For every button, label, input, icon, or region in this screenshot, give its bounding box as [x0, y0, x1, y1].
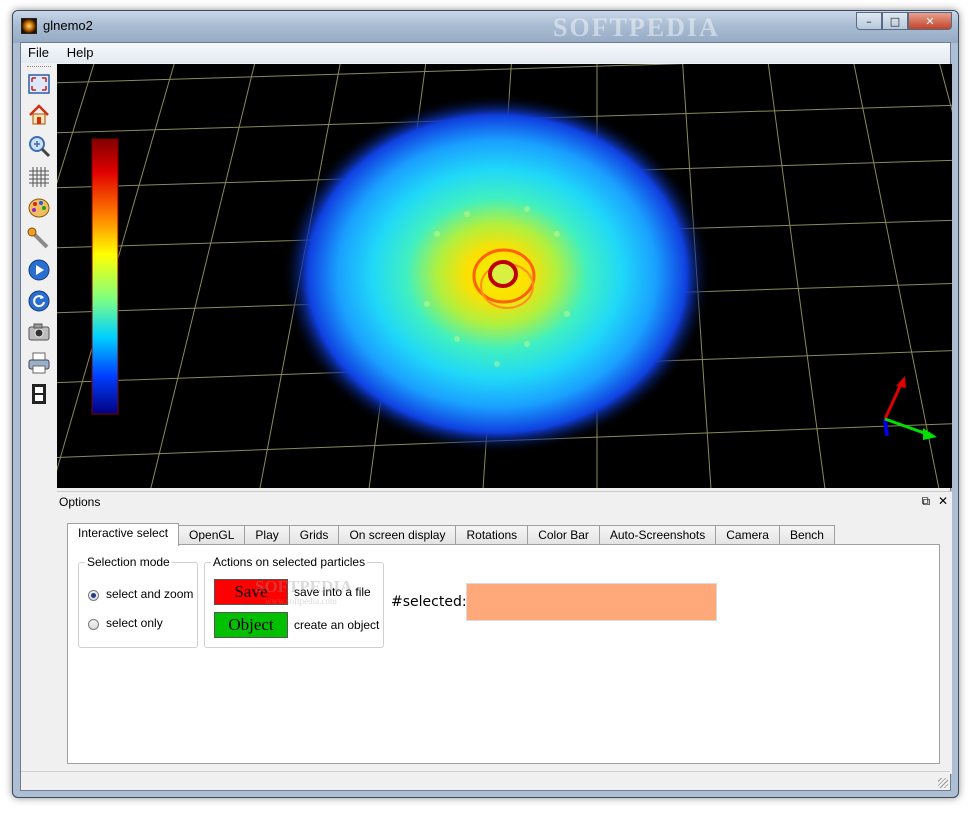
actions-group: Actions on selected particles Save save …	[204, 555, 384, 648]
main-window: glnemo2 SOFTPEDIA – □ ✕ File Help Option…	[12, 10, 959, 798]
home-icon[interactable]	[27, 103, 51, 127]
float-icon[interactable]: ⧉	[922, 494, 931, 508]
tab-bench[interactable]: Bench	[778, 525, 835, 545]
minimize-icon: –	[866, 14, 872, 28]
radio-select-only[interactable]	[88, 619, 99, 630]
camera-icon[interactable]	[27, 320, 51, 344]
wrench-icon[interactable]	[27, 227, 51, 251]
tab-panel-interactive-select: Selection mode select and zoom select on…	[67, 544, 940, 764]
tab-rotations[interactable]: Rotations	[455, 525, 529, 545]
color-bar	[91, 138, 119, 415]
tab-color-bar[interactable]: Color Bar	[527, 525, 600, 545]
selected-count-field	[466, 583, 717, 621]
play-icon[interactable]	[27, 258, 51, 282]
close-button[interactable]: ✕	[908, 12, 952, 30]
save-description: save into a file	[294, 585, 371, 599]
tab-grids[interactable]: Grids	[288, 525, 340, 545]
opengl-viewport[interactable]	[57, 64, 952, 488]
resize-grip[interactable]	[938, 778, 948, 788]
menu-bar: File Help	[21, 43, 950, 63]
maximize-button[interactable]: □	[882, 12, 908, 30]
options-dock: Options ⧉ ✕ Interactive select OpenGL Pl…	[57, 491, 952, 774]
radio-select-and-zoom[interactable]	[88, 590, 99, 601]
film-icon[interactable]	[27, 382, 51, 406]
client-area: File Help Options ⧉ ✕ Interactive select…	[20, 42, 952, 791]
tab-camera[interactable]: Camera	[715, 525, 780, 545]
app-icon	[21, 18, 37, 34]
axes-indicator	[883, 376, 937, 440]
menu-file[interactable]: File	[21, 43, 56, 60]
radio-label-select-only[interactable]: select only	[106, 616, 163, 630]
particle-scene	[57, 64, 952, 488]
radio-label-select-and-zoom[interactable]: select and zoom	[106, 587, 193, 601]
grid-icon[interactable]	[27, 165, 51, 189]
dock-close-icon[interactable]: ✕	[938, 494, 948, 508]
print-icon[interactable]	[27, 351, 51, 375]
reload-icon[interactable]	[27, 289, 51, 313]
actions-title: Actions on selected particles	[211, 555, 368, 569]
tab-opengl[interactable]: OpenGL	[178, 525, 246, 545]
zoom-icon[interactable]	[27, 134, 51, 158]
object-description: create an object	[294, 618, 380, 632]
dock-title: Options	[59, 495, 101, 509]
minimize-button[interactable]: –	[856, 12, 882, 30]
object-button[interactable]: Object	[214, 612, 288, 638]
watermark: SOFTPEDIA	[553, 13, 720, 42]
title-bar[interactable]: glnemo2 SOFTPEDIA – □ ✕	[13, 11, 958, 43]
selection-mode-title: Selection mode	[85, 555, 172, 569]
tool-bar	[21, 63, 57, 487]
tab-on-screen-display[interactable]: On screen display	[338, 525, 457, 545]
menu-help[interactable]: Help	[60, 43, 101, 60]
selected-label: #selected:	[391, 594, 467, 610]
maximize-icon: □	[889, 14, 901, 28]
status-bar	[21, 771, 950, 790]
close-icon: ✕	[925, 14, 935, 28]
toolbar-grip[interactable]	[27, 66, 51, 70]
save-button[interactable]: Save	[214, 579, 288, 605]
tab-play[interactable]: Play	[244, 525, 290, 545]
fullscreen-icon[interactable]	[27, 72, 51, 96]
selection-mode-group: Selection mode select and zoom select on…	[78, 555, 198, 648]
window-title: glnemo2	[43, 18, 93, 33]
options-tabs: Interactive select OpenGL Play Grids On …	[67, 523, 835, 546]
palette-icon[interactable]	[27, 196, 51, 220]
tab-auto-screenshots[interactable]: Auto-Screenshots	[598, 525, 717, 545]
tab-interactive-select[interactable]: Interactive select	[67, 523, 180, 546]
